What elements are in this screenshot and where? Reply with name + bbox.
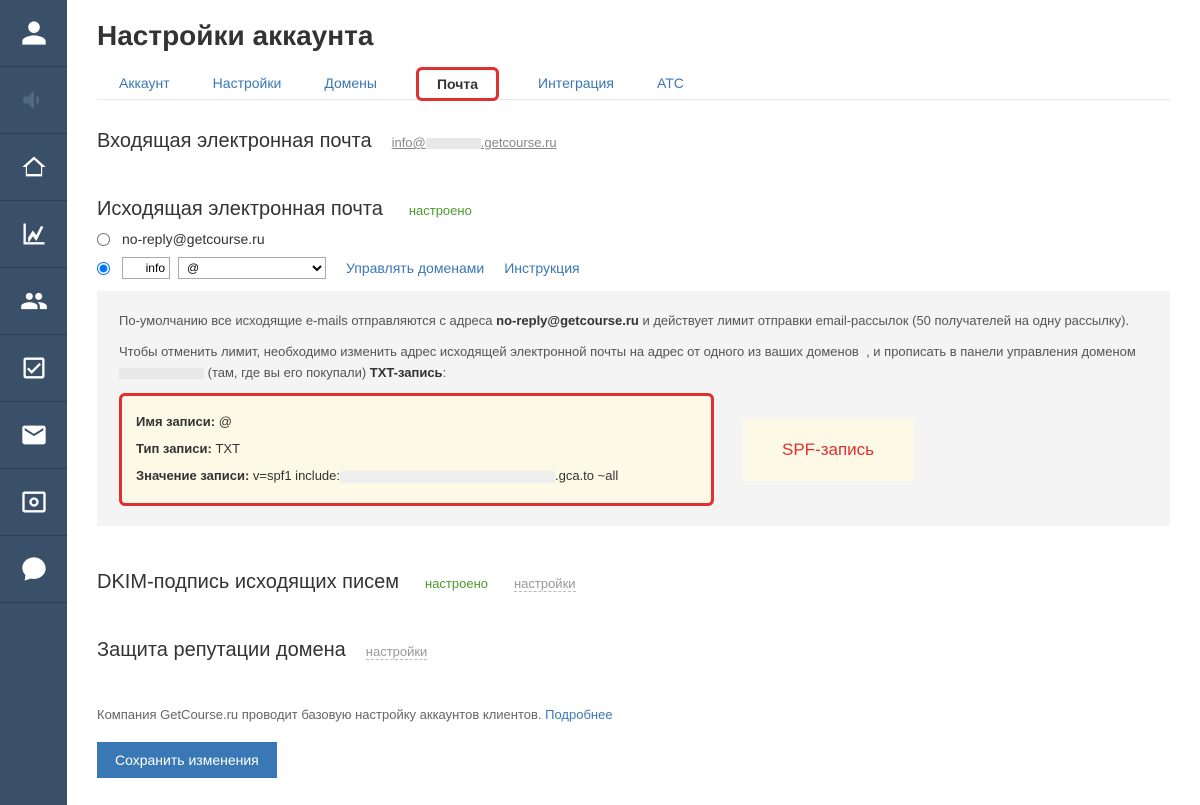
footer-more-link[interactable]: Подробнее — [545, 707, 612, 722]
incoming-title: Входящая электронная почта — [97, 130, 372, 153]
reputation-settings-link[interactable]: настройки — [366, 644, 428, 660]
tab-account[interactable]: Аккаунт — [115, 67, 174, 99]
spf-annotation: SPF-запись — [742, 418, 914, 481]
incoming-email[interactable]: info@.getcourse.ru — [392, 135, 557, 150]
outgoing-title: Исходящая электронная почта — [97, 198, 383, 221]
domain-select[interactable]: @ — [178, 257, 326, 279]
reputation-section: Защита репутации домена настройки — [97, 639, 1170, 662]
sidebar-volume-icon[interactable] — [0, 67, 67, 134]
settings-tabs: Аккаунт Настройки Домены Почта Интеграци… — [97, 67, 1170, 100]
dkim-section: DKIM-подпись исходящих писем настроено н… — [97, 571, 1170, 594]
info-paragraph-1: По-умолчанию все исходящие e-mails отпра… — [119, 311, 1148, 332]
dkim-status: настроено — [419, 574, 494, 593]
outgoing-section: Исходящая электронная почта настроено no… — [97, 198, 1170, 526]
tab-integration[interactable]: Интеграция — [534, 67, 618, 99]
sidebar-user-icon[interactable] — [0, 0, 67, 67]
sidebar-mail-icon[interactable] — [0, 402, 67, 469]
redacted-domain — [426, 138, 481, 149]
sidebar — [0, 0, 67, 805]
local-part-input[interactable] — [122, 257, 170, 279]
radio-noreply[interactable] — [97, 233, 110, 246]
reputation-title: Защита репутации домена — [97, 639, 346, 662]
outgoing-info-box: По-умолчанию все исходящие e-mails отпра… — [97, 291, 1170, 526]
outgoing-status: настроено — [403, 201, 478, 220]
tab-ats[interactable]: АТС — [653, 67, 688, 99]
sidebar-tasks-icon[interactable] — [0, 335, 67, 402]
dkim-settings-link[interactable]: настройки — [514, 576, 576, 592]
redacted-spf-host — [340, 471, 555, 483]
main-content: Настройки аккаунта Аккаунт Настройки Дом… — [67, 0, 1200, 805]
redacted-domain-2 — [119, 368, 204, 379]
sidebar-chat-icon[interactable] — [0, 536, 67, 603]
manage-domains-link[interactable]: Управлять доменами — [346, 260, 484, 276]
radio-custom[interactable] — [97, 262, 110, 275]
noreply-label: no-reply@getcourse.ru — [122, 231, 265, 247]
info-paragraph-2: Чтобы отменить лимит, необходимо изменит… — [119, 342, 1148, 384]
sidebar-home-icon[interactable] — [0, 134, 67, 201]
dkim-title: DKIM-подпись исходящих писем — [97, 571, 399, 594]
sender-option-custom[interactable]: @ Управлять доменами Инструкция — [97, 257, 1170, 279]
save-button[interactable]: Сохранить изменения — [97, 742, 277, 778]
sidebar-safe-icon[interactable] — [0, 469, 67, 536]
sender-option-noreply[interactable]: no-reply@getcourse.ru — [97, 231, 1170, 247]
sidebar-chart-icon[interactable] — [0, 201, 67, 268]
instruction-link[interactable]: Инструкция — [504, 260, 579, 276]
spf-row: Имя записи: @ Тип записи: TXT Значение з… — [119, 393, 1148, 505]
tab-settings[interactable]: Настройки — [209, 67, 286, 99]
page-title: Настройки аккаунта — [97, 20, 1170, 52]
incoming-section: Входящая электронная почта info@.getcour… — [97, 130, 1170, 153]
spf-record-box: Имя записи: @ Тип записи: TXT Значение з… — [119, 393, 714, 505]
sidebar-users-icon[interactable] — [0, 268, 67, 335]
tab-mail[interactable]: Почта — [416, 67, 499, 101]
footer-text: Компания GetCourse.ru проводит базовую н… — [97, 707, 1170, 722]
tab-domains[interactable]: Домены — [320, 67, 381, 99]
